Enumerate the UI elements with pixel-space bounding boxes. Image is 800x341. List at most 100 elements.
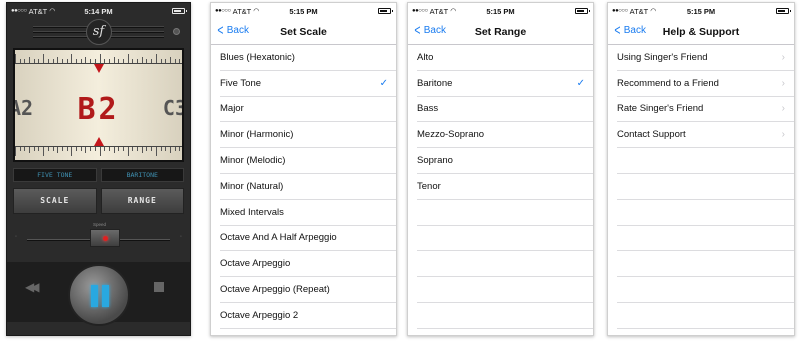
list-item[interactable]: Octave And A Half Arpeggio [220,226,396,252]
pause-button[interactable] [67,264,130,326]
list-item-label: Minor (Harmonic) [220,129,294,141]
speed-slider-thumb[interactable] [90,229,121,247]
tick-mark [151,147,153,151]
tick-mark [141,57,143,63]
list-item[interactable]: Rate Singer's Friend › [617,97,794,123]
back-button[interactable]: < Back [216,23,249,38]
tick-mark [94,59,96,63]
stop-icon[interactable] [154,282,164,292]
indicator-light [173,28,180,35]
list-item-label: Mixed Intervals [220,206,284,218]
list-item[interactable]: Major [220,97,396,123]
tick-mark [80,147,82,151]
tick-mark [52,147,54,151]
list-item[interactable]: Using Singer's Friend › [617,45,794,71]
empty-row [417,200,593,226]
list-item[interactable]: Octave Half Steps [220,329,396,335]
empty-row [417,277,593,303]
list-item[interactable]: Mezzo-Soprano [417,122,593,149]
tick-mark [24,147,26,151]
help-list: Using Singer's Friend › Recommend to a Fri… [608,45,794,335]
list-item[interactable]: Minor (Melodic) [220,148,396,174]
tick-mark [76,59,78,63]
list-item[interactable]: Minor (Harmonic) [220,122,396,149]
status-time: 5:15 PM [289,6,318,16]
list-item[interactable]: Baritone ✓ [417,71,593,97]
help-support-screen: ●●○○○ AT&T ◠ 5:15 PM < Back Help & Suppo… [607,2,795,336]
nav-bar: < Back Help & Support [608,19,794,45]
fast-icon: ◦ [179,234,182,240]
tick-scale-top [15,54,182,64]
speed-control: Speed ◦ ◦ [13,214,184,260]
tick-mark [160,147,162,151]
list-item-label: Minor (Melodic) [220,155,286,167]
app-logo: sf [85,19,112,45]
tick-mark [108,147,110,151]
tick-mark [94,147,96,151]
tick-mark [19,59,21,63]
tick-mark [71,147,73,156]
rewind-icon[interactable]: ◀◀ [25,280,40,294]
list-item[interactable]: Recommend to a Friend › [617,71,794,97]
tuner-buttons: SCALE RANGE [13,188,184,214]
list-item-label: Tenor [417,180,441,192]
empty-row [617,277,794,303]
list-item[interactable]: Octave Arpeggio (Repeat) [220,277,396,303]
tick-mark [90,147,92,151]
list-item-label: Soprano [417,155,453,167]
scale-button[interactable]: SCALE [13,188,97,214]
tick-mark [169,147,171,153]
chevron-right-icon: › [781,129,785,141]
tick-mark [99,147,101,156]
list-item-label: Blues (Hexatonic) [220,51,295,63]
tick-mark [85,57,87,63]
empty-row [617,148,794,174]
set-scale-screen: ●●○○○ AT&T ◠ 5:15 PM < Back Set Scale Bl… [210,2,397,336]
current-note: B2 [77,92,120,127]
tick-mark [132,59,134,63]
range-button[interactable]: RANGE [100,188,184,214]
empty-row [417,251,593,278]
slow-icon: ◦ [15,234,18,240]
tick-mark [61,59,63,63]
list-item[interactable]: Bass [417,97,593,123]
speed-label: Speed [93,222,107,227]
list-item[interactable]: Soprano [417,148,593,174]
tick-mark [165,59,167,63]
list-item[interactable]: Alto [417,45,593,71]
tick-mark [146,147,148,151]
list-item[interactable]: Five Tone ✓ [220,71,396,97]
back-label: Back [226,25,249,36]
range-readout: BARITONE [100,168,184,182]
back-label: Back [423,25,446,36]
tick-mark [113,57,115,63]
list-item-label: Minor (Natural) [220,180,284,192]
chevron-left-icon: < [614,21,621,39]
list-item[interactable]: Blues (Hexatonic) [220,45,396,71]
list-item[interactable]: Mixed Intervals [220,200,396,226]
tick-mark [71,54,73,63]
tick-mark [118,147,120,151]
list-item[interactable]: Octave Arpeggio 2 [220,303,396,329]
status-time: 5:14 PM [84,6,113,16]
back-button[interactable]: < Back [613,21,646,39]
checkmark-icon: ✓ [379,77,388,89]
list-item-label: Octave Arpeggio [220,258,291,270]
tick-mark [76,147,78,151]
back-label: Back [623,25,646,36]
empty-row [617,329,794,335]
list-item-label: Octave Arpeggio (Repeat) [220,284,330,296]
tick-mark [29,147,31,153]
tick-mark [33,147,35,151]
battery-icon [378,8,393,14]
list-item[interactable]: Minor (Natural) [220,174,396,200]
tick-mark [57,57,59,63]
list-item[interactable]: Octave Arpeggio [220,251,396,278]
list-item[interactable]: Tenor [417,174,593,200]
tick-mark [113,147,115,153]
tick-mark [19,147,21,151]
empty-row [417,303,593,329]
back-button[interactable]: < Back [413,23,446,38]
list-item[interactable]: Contact Support › [617,122,794,149]
transport-controls: ◀◀ [7,262,190,326]
